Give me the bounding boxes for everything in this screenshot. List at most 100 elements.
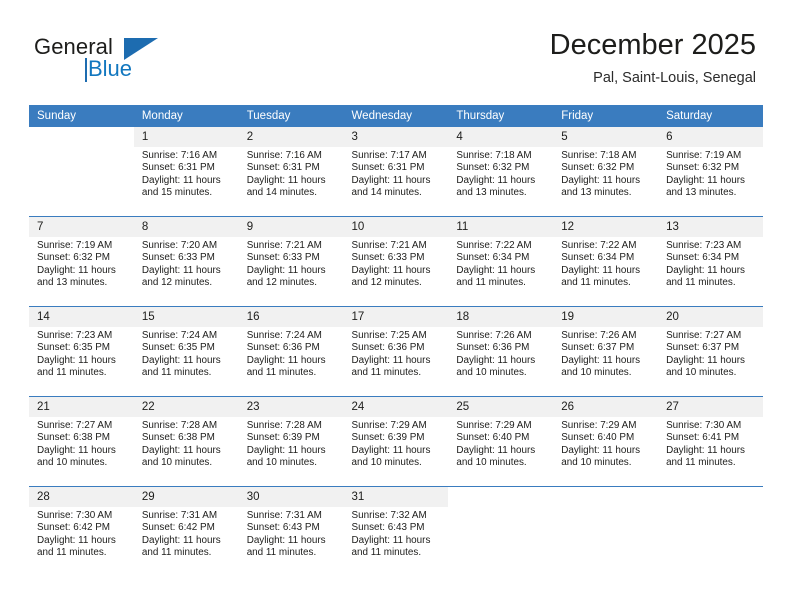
sunrise-text: Sunrise: 7:27 AM xyxy=(666,330,742,341)
day-cell[interactable]: 26 Sunrise: 7:29 AM Sunset: 6:40 PM Dayligh… xyxy=(553,396,659,487)
day-cell[interactable]: 21 Sunrise: 7:27 AM Sunset: 6:38 PM Dayligh… xyxy=(29,396,134,487)
daylight-text: Daylight: 11 hours and 11 minutes. xyxy=(456,264,536,289)
day-cell[interactable]: 28 Sunrise: 7:30 AM Sunset: 6:42 PM Dayligh… xyxy=(29,486,134,576)
page-header: General Blue December 2025 Pal, Saint-Lo… xyxy=(0,0,792,104)
day-cell[interactable]: 19 Sunrise: 7:26 AM Sunset: 6:37 PM Dayligh… xyxy=(553,306,659,397)
day-cell[interactable]: 7 Sunrise: 7:19 AM Sunset: 6:32 PM Daylight… xyxy=(29,216,134,307)
day-number: 14 xyxy=(29,307,134,327)
day-cell[interactable]: 27 Sunrise: 7:30 AM Sunset: 6:41 PM Dayligh… xyxy=(658,396,763,487)
sunrise-text: Sunrise: 7:24 AM xyxy=(246,330,322,341)
day-number: 1 xyxy=(133,127,239,147)
daylight-text: Daylight: 11 hours and 13 minutes. xyxy=(561,174,641,199)
sunrise-text: Sunrise: 7:19 AM xyxy=(666,150,742,161)
weekday-header-friday: Friday xyxy=(553,105,659,127)
sunrise-text: Sunrise: 7:30 AM xyxy=(666,420,742,431)
daylight-text: Daylight: 11 hours and 13 minutes. xyxy=(37,264,116,289)
sunrise-text: Sunrise: 7:30 AM xyxy=(37,510,113,521)
day-cell[interactable]: 20 Sunrise: 7:27 AM Sunset: 6:37 PM Dayligh… xyxy=(658,306,763,397)
day-cell[interactable]: 4 Sunrise: 7:18 AM Sunset: 6:32 PM Daylight… xyxy=(448,127,554,217)
sunrise-text: Sunrise: 7:29 AM xyxy=(456,420,532,431)
day-cell[interactable]: 30 Sunrise: 7:31 AM Sunset: 6:43 PM Dayligh… xyxy=(238,486,344,576)
sunset-text: Sunset: 6:42 PM xyxy=(141,522,215,534)
day-cell[interactable]: 17 Sunrise: 7:25 AM Sunset: 6:36 PM Dayligh… xyxy=(343,306,449,397)
sunrise-text: Sunrise: 7:29 AM xyxy=(561,420,637,431)
weekday-header-thursday: Thursday xyxy=(448,105,554,127)
daylight-text: Daylight: 11 hours and 11 minutes. xyxy=(561,264,641,289)
week-row: 21 Sunrise: 7:27 AM Sunset: 6:38 PM Dayligh… xyxy=(29,396,763,487)
daylight-text: Daylight: 11 hours and 10 minutes. xyxy=(456,354,536,379)
day-number: 18 xyxy=(448,307,554,327)
sunset-text: Sunset: 6:32 PM xyxy=(561,162,635,174)
daylight-text: Daylight: 11 hours and 14 minutes. xyxy=(246,174,326,199)
sunset-text: Sunset: 6:39 PM xyxy=(351,432,425,444)
day-cell[interactable]: 12 Sunrise: 7:22 AM Sunset: 6:34 PM Dayligh… xyxy=(553,216,659,307)
general-blue-logo[interactable]: General Blue xyxy=(34,34,164,86)
day-cell[interactable]: 29 Sunrise: 7:31 AM Sunset: 6:42 PM Dayligh… xyxy=(133,486,239,576)
sunrise-text: Sunrise: 7:32 AM xyxy=(351,510,427,521)
sunset-text: Sunset: 6:35 PM xyxy=(141,342,215,354)
day-number: 5 xyxy=(553,127,659,147)
day-cell[interactable]: 10 Sunrise: 7:21 AM Sunset: 6:33 PM Dayligh… xyxy=(343,216,449,307)
daylight-text: Daylight: 11 hours and 12 minutes. xyxy=(351,264,431,289)
day-cell[interactable]: 31 Sunrise: 7:32 AM Sunset: 6:43 PM Dayligh… xyxy=(343,486,449,576)
day-number: 23 xyxy=(238,397,344,417)
day-cell[interactable]: 24 Sunrise: 7:29 AM Sunset: 6:39 PM Dayligh… xyxy=(343,396,449,487)
day-cell[interactable]: 9 Sunrise: 7:21 AM Sunset: 6:33 PM Daylight… xyxy=(238,216,344,307)
daylight-text: Daylight: 11 hours and 10 minutes. xyxy=(561,354,641,379)
daylight-text: Daylight: 11 hours and 14 minutes. xyxy=(351,174,431,199)
sunrise-text: Sunrise: 7:16 AM xyxy=(246,150,322,161)
sunrise-text: Sunrise: 7:26 AM xyxy=(456,330,532,341)
day-number: 9 xyxy=(238,217,344,237)
day-number: 12 xyxy=(553,217,659,237)
daylight-text: Daylight: 11 hours and 11 minutes. xyxy=(351,354,431,379)
sunrise-text: Sunrise: 7:21 AM xyxy=(351,240,427,251)
sunset-text: Sunset: 6:37 PM xyxy=(666,342,740,354)
day-number: 7 xyxy=(29,217,134,237)
day-number: 20 xyxy=(658,307,763,327)
sunset-text: Sunset: 6:33 PM xyxy=(246,252,320,264)
weekday-header-saturday: Saturday xyxy=(658,105,763,127)
sunrise-text: Sunrise: 7:18 AM xyxy=(456,150,532,161)
day-cell[interactable]: 18 Sunrise: 7:26 AM Sunset: 6:36 PM Dayligh… xyxy=(448,306,554,397)
day-cell[interactable]: 25 Sunrise: 7:29 AM Sunset: 6:40 PM Dayligh… xyxy=(448,396,554,487)
day-number: 28 xyxy=(29,487,134,507)
day-cell[interactable] xyxy=(448,486,554,576)
day-cell[interactable]: 11 Sunrise: 7:22 AM Sunset: 6:34 PM Dayligh… xyxy=(448,216,554,307)
sunrise-text: Sunrise: 7:31 AM xyxy=(246,510,322,521)
day-number: 3 xyxy=(343,127,449,147)
sunset-text: Sunset: 6:37 PM xyxy=(561,342,635,354)
sunrise-text: Sunrise: 7:28 AM xyxy=(141,420,218,431)
day-number: 30 xyxy=(238,487,344,507)
calendar-body: 1 Sunrise: 7:16 AM Sunset: 6:31 PM Daylight… xyxy=(29,127,763,576)
week-row: 7 Sunrise: 7:19 AM Sunset: 6:32 PM Daylight… xyxy=(29,216,763,307)
logo-divider-bar xyxy=(85,58,87,82)
day-cell[interactable]: 3 Sunrise: 7:17 AM Sunset: 6:31 PM Daylight… xyxy=(343,127,449,217)
day-cell[interactable]: 14 Sunrise: 7:23 AM Sunset: 6:35 PM Dayligh… xyxy=(29,306,134,397)
day-cell[interactable]: 13 Sunrise: 7:23 AM Sunset: 6:34 PM Dayligh… xyxy=(658,216,763,307)
sunset-text: Sunset: 6:39 PM xyxy=(246,432,320,444)
sunset-text: Sunset: 6:34 PM xyxy=(456,252,530,264)
day-number: 24 xyxy=(343,397,449,417)
daylight-text: Daylight: 11 hours and 11 minutes. xyxy=(37,534,116,559)
day-cell[interactable]: 2 Sunrise: 7:16 AM Sunset: 6:31 PM Daylight… xyxy=(238,127,344,217)
day-number: 17 xyxy=(343,307,449,327)
sunset-text: Sunset: 6:33 PM xyxy=(141,252,215,264)
day-number xyxy=(29,127,134,147)
day-cell[interactable]: 8 Sunrise: 7:20 AM Sunset: 6:33 PM Daylight… xyxy=(133,216,239,307)
day-cell[interactable]: 5 Sunrise: 7:18 AM Sunset: 6:32 PM Daylight… xyxy=(553,127,659,217)
day-number: 26 xyxy=(553,397,659,417)
day-cell[interactable]: 23 Sunrise: 7:28 AM Sunset: 6:39 PM Dayligh… xyxy=(238,396,344,487)
day-number: 10 xyxy=(343,217,449,237)
day-cell[interactable]: 22 Sunrise: 7:28 AM Sunset: 6:38 PM Dayligh… xyxy=(133,396,239,487)
day-cell[interactable] xyxy=(29,127,134,217)
daylight-text: Daylight: 11 hours and 13 minutes. xyxy=(666,174,745,199)
daylight-text: Daylight: 11 hours and 11 minutes. xyxy=(246,534,326,559)
day-cell[interactable]: 6 Sunrise: 7:19 AM Sunset: 6:32 PM Daylight… xyxy=(658,127,763,217)
day-cell[interactable]: 16 Sunrise: 7:24 AM Sunset: 6:36 PM Dayligh… xyxy=(238,306,344,397)
day-cell[interactable] xyxy=(553,486,659,576)
day-cell[interactable]: 15 Sunrise: 7:24 AM Sunset: 6:35 PM Dayligh… xyxy=(133,306,239,397)
weekday-header-monday: Monday xyxy=(133,105,239,127)
day-cell[interactable] xyxy=(658,486,763,576)
day-number: 16 xyxy=(238,307,344,327)
day-cell[interactable]: 1 Sunrise: 7:16 AM Sunset: 6:31 PM Daylight… xyxy=(133,127,239,217)
